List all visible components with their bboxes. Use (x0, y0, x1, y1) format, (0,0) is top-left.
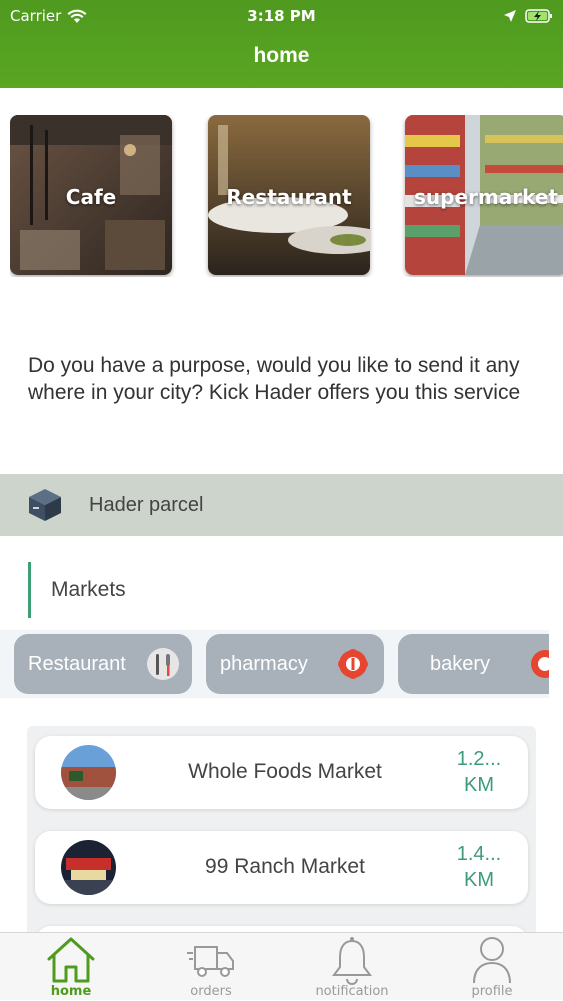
store-card[interactable]: 99 Ranch Market 1.4... KM (35, 831, 528, 904)
clock: 3:18 PM (247, 7, 316, 25)
pharmacy-icon (338, 649, 368, 679)
category-label: supermarket (414, 185, 558, 209)
chip-bakery[interactable]: bakery (398, 634, 549, 694)
category-carousel[interactable]: Cafe Restaurant supermarket (10, 115, 563, 277)
app-header: Carrier 3:18 PM home (0, 0, 563, 88)
tab-orders[interactable]: orders (156, 933, 266, 1001)
chip-label: pharmacy (220, 652, 308, 675)
bell-icon (332, 937, 372, 985)
store-list[interactable]: Whole Foods Market 1.2... KM 99 Ranch Ma… (27, 726, 536, 936)
cutlery-icon (147, 648, 179, 680)
category-label: Cafe (65, 185, 117, 209)
tab-label: profile (471, 984, 513, 999)
category-card-supermarket[interactable]: supermarket (405, 115, 563, 275)
delivery-truck-icon (187, 946, 234, 977)
category-card-cafe[interactable]: Cafe (10, 115, 172, 275)
market-type-chips[interactable]: Restaurant pharmacy bakery (0, 630, 549, 698)
markets-heading: Markets (28, 562, 126, 618)
store-avatar (61, 745, 116, 800)
chip-label: Restaurant (28, 652, 126, 675)
bakery-icon (531, 650, 549, 678)
parcel-label: Hader parcel (89, 493, 204, 516)
tab-home[interactable]: home (16, 933, 126, 1001)
chip-label: bakery (430, 652, 491, 675)
tab-notification[interactable]: notification (297, 933, 407, 1001)
store-distance: 1.2... KM (444, 746, 514, 798)
store-distance: 1.4... KM (444, 841, 514, 893)
service-description: Do you have a purpose, would you like to… (28, 354, 521, 404)
page-title: home (253, 44, 310, 67)
status-bar: Carrier 3:18 PM (10, 6, 553, 26)
distance-unit: KM (464, 869, 494, 891)
hader-parcel-row[interactable]: Hader parcel (0, 474, 563, 536)
chip-pharmacy[interactable]: pharmacy (206, 634, 384, 694)
store-avatar (61, 840, 116, 895)
tab-label: home (50, 984, 92, 999)
distance-value: 1.4... (456, 843, 502, 865)
distance-value: 1.2... (456, 748, 502, 770)
home-icon (47, 937, 95, 983)
store-name: Whole Foods Market (188, 760, 382, 783)
distance-unit: KM (464, 774, 494, 796)
tab-label: notification (315, 984, 389, 999)
tab-label: orders (190, 984, 232, 999)
store-card[interactable]: Whole Foods Market 1.2... KM (35, 736, 528, 809)
category-label: Restaurant (226, 185, 352, 209)
parcel-box-icon (29, 489, 61, 521)
tab-bar: home orders notification profile (0, 932, 563, 1000)
tab-profile[interactable]: profile (437, 933, 547, 1001)
user-icon (473, 937, 511, 984)
chip-restaurant[interactable]: Restaurant (14, 634, 192, 694)
category-card-restaurant[interactable]: Restaurant (208, 115, 370, 275)
store-name: 99 Ranch Market (205, 855, 365, 878)
